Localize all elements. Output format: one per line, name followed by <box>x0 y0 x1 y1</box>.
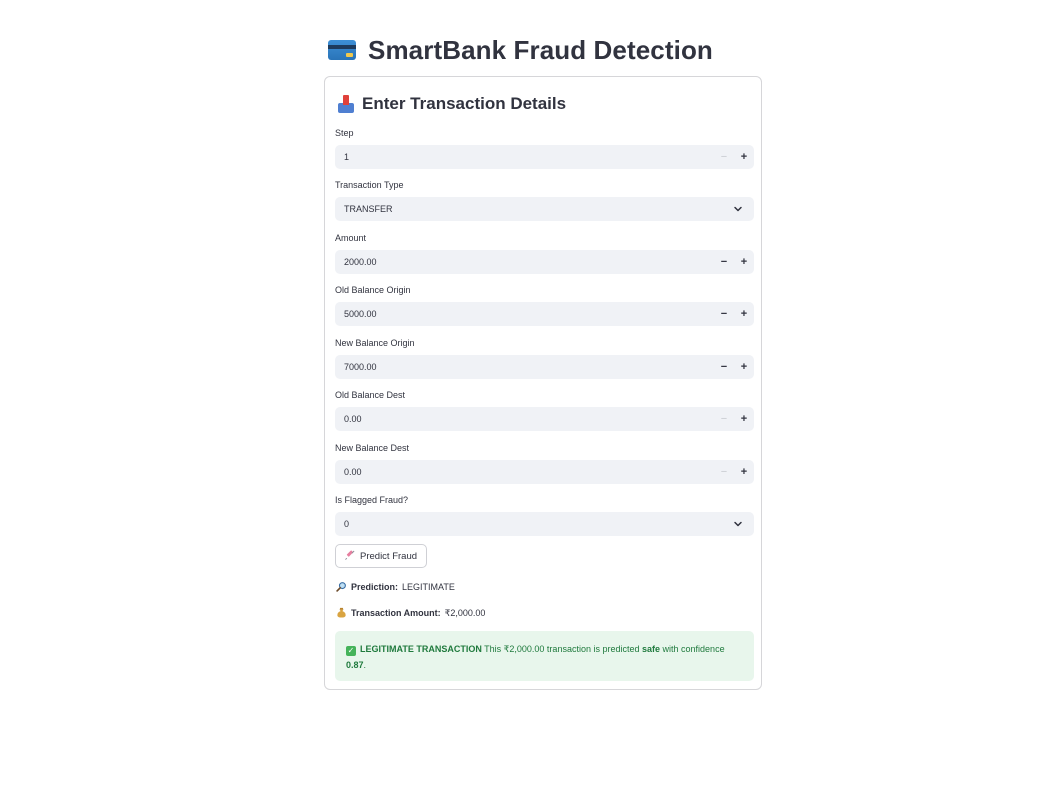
new-balance-origin-stepper: − + <box>714 355 754 379</box>
alert-title: LEGITIMATE TRANSACTION <box>360 644 482 654</box>
form-header-text: Enter Transaction Details <box>362 94 567 113</box>
step-stepper: − + <box>714 145 754 169</box>
old-balance-dest-input[interactable]: 0.00 − + <box>335 407 754 431</box>
old-balance-dest-stepper: − + <box>714 407 754 431</box>
step-increment-button[interactable]: + <box>734 145 754 169</box>
old-balance-dest-field: Old Balance Dest 0.00 − + <box>335 389 754 431</box>
alert-confidence: 0.87 <box>346 660 364 670</box>
step-label: Step <box>335 128 354 138</box>
new-balance-dest-input[interactable]: 0.00 − + <box>335 460 754 484</box>
old-balance-origin-value[interactable]: 5000.00 <box>335 309 714 319</box>
old-balance-dest-label: Old Balance Dest <box>335 390 406 400</box>
amount-label: Amount <box>335 233 367 243</box>
new-balance-origin-increment-button[interactable]: + <box>734 355 754 379</box>
old-balance-dest-value[interactable]: 0.00 <box>335 414 714 424</box>
predict-fraud-button[interactable]: Predict Fraud <box>335 544 428 568</box>
old-balance-origin-increment-button[interactable]: + <box>734 302 754 326</box>
credit-card-icon <box>328 40 356 60</box>
old-balance-origin-decrement-button[interactable]: − <box>714 302 734 326</box>
new-balance-origin-label: New Balance Origin <box>335 338 415 348</box>
predict-fraud-label: Predict Fraud <box>360 550 418 562</box>
is-flagged-fraud-label: Is Flagged Fraud? <box>335 495 409 505</box>
step-field: Step 1 − + <box>335 127 754 169</box>
step-decrement-button[interactable]: − <box>714 145 734 169</box>
step-input[interactable]: 1 − + <box>335 145 754 169</box>
new-balance-dest-increment-button[interactable]: + <box>734 460 754 484</box>
is-flagged-fraud-value: 0 <box>344 519 350 529</box>
is-flagged-fraud-select[interactable]: 0 <box>335 512 754 536</box>
chevron-down-icon[interactable] <box>726 512 750 536</box>
inbox-tray-icon <box>338 95 354 113</box>
new-balance-origin-decrement-button[interactable]: − <box>714 355 734 379</box>
old-balance-origin-input[interactable]: 5000.00 − + <box>335 302 754 326</box>
magnifier-icon <box>336 581 347 594</box>
page-title: SmartBank Fraud Detection <box>368 34 713 65</box>
alert-text-2: with confidence <box>662 644 725 654</box>
syringe-icon <box>345 549 356 563</box>
amount-input[interactable]: 2000.00 − + <box>335 250 754 274</box>
amount-value[interactable]: 2000.00 <box>335 257 714 267</box>
new-balance-origin-value[interactable]: 7000.00 <box>335 362 714 372</box>
alert-strong: safe <box>642 644 661 654</box>
transaction-form: Enter Transaction Details Step 1 − + Tra… <box>324 76 762 690</box>
new-balance-dest-value[interactable]: 0.00 <box>335 467 714 477</box>
amount-decrement-button[interactable]: − <box>714 250 734 274</box>
transaction-type-select[interactable]: TRANSFER <box>335 197 754 221</box>
transaction-type-label: Transaction Type <box>335 180 404 190</box>
alert-text-1: This ₹2,000.00 transaction is predicted <box>484 644 640 654</box>
new-balance-dest-decrement-button[interactable]: − <box>714 460 734 484</box>
amount-result: Transaction Amount: ₹2,000.00 <box>336 606 485 620</box>
prediction-label: Prediction: <box>351 582 399 592</box>
new-balance-origin-input[interactable]: 7000.00 − + <box>335 355 754 379</box>
app-title: SmartBank Fraud Detection <box>328 30 713 70</box>
new-balance-dest-field: New Balance Dest 0.00 − + <box>335 442 754 484</box>
amount-stepper: − + <box>714 250 754 274</box>
is-flagged-fraud-field: Is Flagged Fraud? 0 <box>335 494 754 536</box>
amount-result-value: ₹2,000.00 <box>444 607 486 618</box>
page: SmartBank Fraud Detection Enter Transact… <box>0 0 1060 805</box>
transaction-type-value: TRANSFER <box>344 204 393 214</box>
amount-field: Amount 2000.00 − + <box>335 232 754 274</box>
old-balance-origin-label: Old Balance Origin <box>335 285 411 295</box>
check-mark-icon: ✓ <box>346 646 356 656</box>
chevron-down-icon[interactable] <box>726 197 750 221</box>
new-balance-dest-label: New Balance Dest <box>335 443 410 453</box>
step-value[interactable]: 1 <box>335 152 714 162</box>
transaction-type-field: Transaction Type TRANSFER <box>335 179 754 221</box>
old-balance-origin-stepper: − + <box>714 302 754 326</box>
old-balance-dest-increment-button[interactable]: + <box>734 407 754 431</box>
prediction-result: Prediction: LEGITIMATE <box>336 580 455 594</box>
success-alert: ✓ LEGITIMATE TRANSACTION This ₹2,000.00 t… <box>335 631 754 681</box>
new-balance-dest-stepper: − + <box>714 460 754 484</box>
prediction-value: LEGITIMATE <box>402 582 455 592</box>
old-balance-origin-field: Old Balance Origin 5000.00 − + <box>335 284 754 326</box>
new-balance-origin-field: New Balance Origin 7000.00 − + <box>335 337 754 379</box>
money-bag-icon <box>336 607 347 620</box>
alert-end: . <box>363 660 367 670</box>
amount-increment-button[interactable]: + <box>734 250 754 274</box>
form-header: Enter Transaction Details <box>338 93 566 115</box>
amount-result-label: Transaction Amount: <box>351 608 441 618</box>
old-balance-dest-decrement-button[interactable]: − <box>714 407 734 431</box>
